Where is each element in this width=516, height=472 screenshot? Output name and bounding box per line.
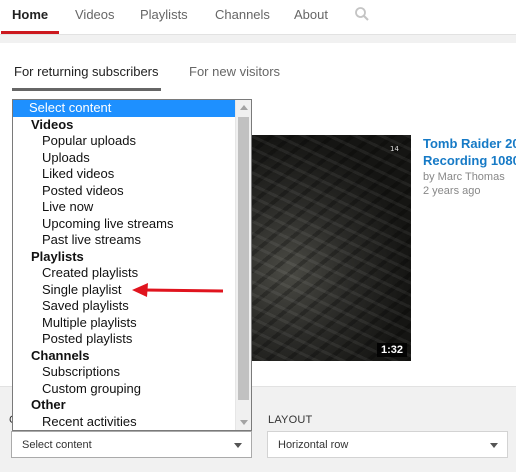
option-upcoming-live-streams[interactable]: Upcoming live streams (13, 216, 237, 233)
option-select-content[interactable]: Select content (13, 100, 237, 117)
option-group-videos: Videos (13, 117, 237, 134)
option-group-other: Other (13, 397, 237, 414)
video-age: 2 years ago (423, 185, 480, 197)
option-recent-activities[interactable]: Recent activities (13, 414, 237, 431)
video-thumbnail[interactable]: 14 1:32 (236, 135, 411, 361)
layout-select-value: Horizontal row (278, 439, 348, 451)
option-uploads[interactable]: Uploads (13, 150, 237, 167)
tab-new-visitors[interactable]: For new visitors (189, 64, 280, 88)
tab-playlists[interactable]: Playlists (140, 0, 188, 34)
option-subscriptions[interactable]: Subscriptions (13, 364, 237, 381)
content-dropdown-list[interactable]: Select contentVideosPopular uploadsUploa… (12, 99, 252, 431)
video-title-line1: Tomb Raider 201 (423, 135, 516, 152)
option-posted-videos[interactable]: Posted videos (13, 183, 237, 200)
dropdown-scrollbar[interactable] (235, 100, 251, 430)
layout-label: LAYOUT (268, 414, 312, 426)
video-author: by Marc Thomas 6 (423, 171, 516, 183)
option-popular-uploads[interactable]: Popular uploads (13, 133, 237, 150)
option-past-live-streams[interactable]: Past live streams (13, 232, 237, 249)
option-group-channels: Channels (13, 348, 237, 365)
layout-select[interactable]: Horizontal row (267, 431, 508, 458)
scroll-up-icon[interactable] (240, 105, 248, 110)
tab-videos[interactable]: Videos (75, 0, 115, 34)
content-select[interactable]: Select content (11, 431, 252, 458)
thumbnail-overlay-text: 14 (390, 145, 399, 153)
annotation-arrow-icon (130, 280, 225, 300)
scroll-down-icon[interactable] (240, 420, 248, 425)
video-author-name: by Marc Thomas (423, 171, 505, 183)
option-custom-grouping[interactable]: Custom grouping (13, 381, 237, 398)
channel-nav: Home Videos Playlists Channels About (0, 0, 516, 35)
dropdown-options: Select contentVideosPopular uploadsUploa… (13, 100, 237, 430)
nav-separator (0, 35, 516, 43)
chevron-down-icon (234, 443, 242, 448)
tab-home[interactable]: Home (12, 0, 48, 34)
option-posted-playlists[interactable]: Posted playlists (13, 331, 237, 348)
tab-returning-subscribers[interactable]: For returning subscribers (14, 64, 159, 88)
video-title-line2: Recording 1080p (423, 152, 516, 169)
content-select-value: Select content (22, 439, 92, 451)
option-saved-playlists[interactable]: Saved playlists (13, 298, 237, 315)
option-group-playlists: Playlists (13, 249, 237, 266)
option-live-now[interactable]: Live now (13, 199, 237, 216)
video-duration: 1:32 (377, 343, 407, 357)
option-multiple-playlists[interactable]: Multiple playlists (13, 315, 237, 332)
tab-about[interactable]: About (294, 0, 328, 34)
tab-channels[interactable]: Channels (215, 0, 270, 34)
scrollbar-thumb[interactable] (238, 117, 249, 400)
video-title[interactable]: Tomb Raider 201 Recording 1080p (423, 135, 516, 169)
search-icon[interactable] (354, 6, 370, 22)
option-liked-videos[interactable]: Liked videos (13, 166, 237, 183)
chevron-down-icon (490, 443, 498, 448)
